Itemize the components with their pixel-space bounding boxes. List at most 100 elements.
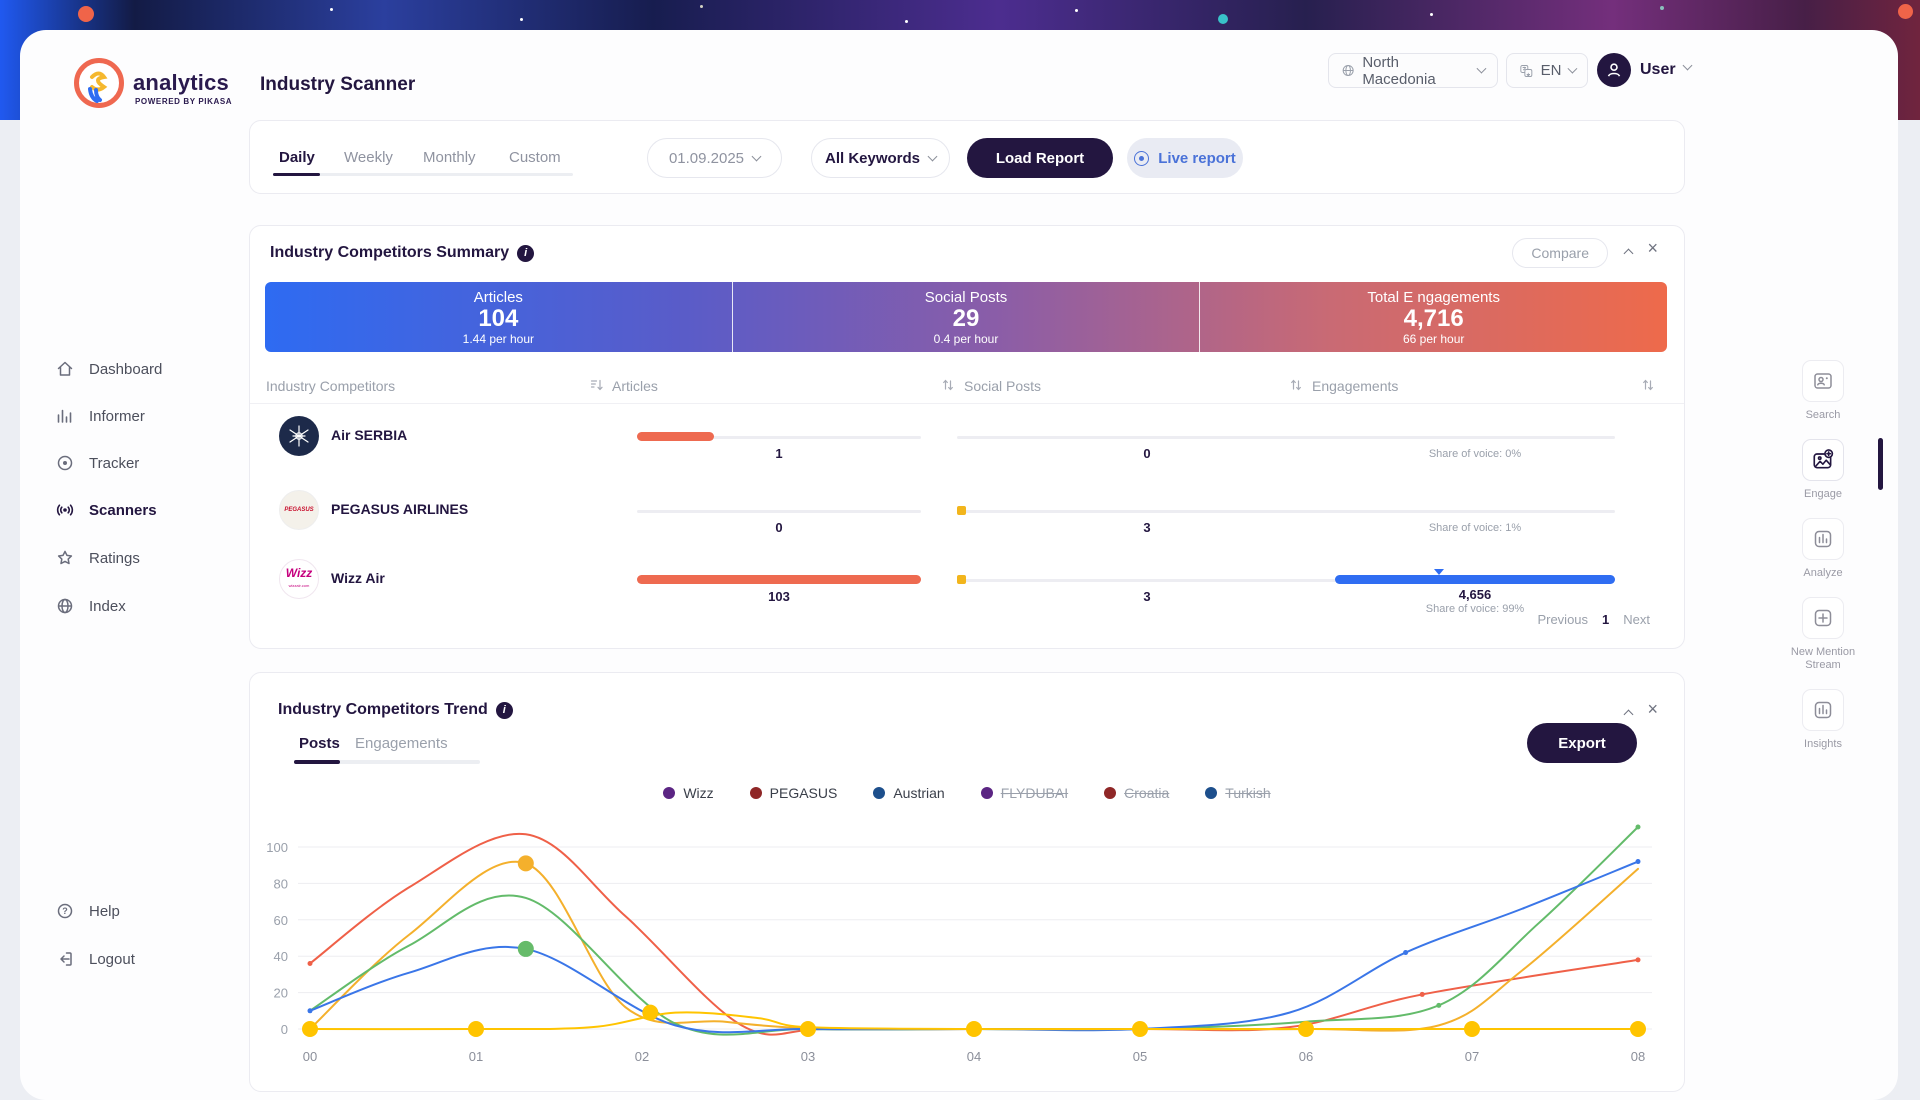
tab-custom[interactable]: Custom	[509, 149, 561, 166]
home-icon	[55, 359, 75, 379]
trend-line-chart[interactable]: 020406080100000102030405060708	[250, 813, 1670, 1071]
table-row[interactable]: PEGASUS PEGASUS AIRLINES 0 3 Share of vo…	[250, 490, 1684, 564]
legend-item[interactable]: PEGASUS	[750, 785, 838, 801]
social-value: 3	[957, 520, 1337, 535]
decor-orange-dot	[78, 6, 94, 22]
articles-bar	[637, 575, 921, 585]
contacts-icon[interactable]	[1802, 360, 1844, 402]
table-row[interactable]: Air SERBIA 1 0 Share of voice: 0%	[250, 416, 1684, 490]
summary-card: Industry Competitors Summary i Compare ×…	[249, 225, 1685, 649]
svg-text:?: ?	[62, 906, 68, 916]
legend-item[interactable]: Austrian	[873, 785, 944, 801]
tab-posts[interactable]: Posts	[299, 735, 340, 752]
chevron-down-icon	[1477, 64, 1487, 74]
user-avatar[interactable]	[1597, 53, 1631, 87]
stat-value: 4,716	[1200, 306, 1667, 332]
right-toolbar: Search Engage Analyze New Mention Stream…	[1778, 360, 1868, 751]
info-icon[interactable]: i	[496, 702, 513, 719]
tool-insights[interactable]: Insights	[1802, 689, 1844, 751]
sidebar-item-help[interactable]: ? Help	[55, 896, 120, 926]
export-button[interactable]: Export	[1527, 723, 1637, 763]
legend-dot	[1104, 787, 1116, 799]
share-of-voice: Share of voice: 0%	[1335, 448, 1615, 460]
sidebar-item-dashboard[interactable]: Dashboard	[55, 354, 162, 384]
table-row[interactable]: Wizzwizzair.com Wizz Air 103 3 4,656 Sha…	[250, 559, 1684, 633]
legend-label: Wizz	[683, 785, 713, 801]
chevron-down-icon	[752, 151, 762, 161]
date-value: 01.09.2025	[669, 150, 744, 167]
collapse-icon[interactable]	[1625, 242, 1632, 260]
col-social-posts[interactable]: Social Posts	[964, 378, 1041, 394]
social-bar	[957, 432, 1337, 442]
articles-value: 103	[637, 589, 921, 604]
sidebar-label: Tracker	[89, 455, 139, 472]
pegasus-logo: PEGASUS	[279, 490, 319, 530]
competitor-name: Wizz Air	[331, 570, 385, 586]
trend-tab-underline	[294, 760, 480, 764]
legend-item[interactable]: Turkish	[1205, 785, 1270, 801]
stat-label: Total E ngagements	[1200, 289, 1667, 306]
page-number[interactable]: 1	[1602, 612, 1609, 627]
sidebar-label: Index	[89, 598, 126, 615]
tool-label: Insights	[1804, 738, 1842, 751]
sidebar-label: Logout	[89, 951, 135, 968]
close-icon[interactable]: ×	[1647, 239, 1658, 257]
bar-chart-icon[interactable]	[1802, 518, 1844, 560]
legend-dot	[1205, 787, 1217, 799]
decor-orange-dot-2	[1898, 4, 1913, 19]
tab-weekly[interactable]: Weekly	[344, 149, 393, 166]
keywords-selector[interactable]: All Keywords	[811, 138, 950, 178]
legend-item[interactable]: Croatia	[1104, 785, 1169, 801]
wizz-logo: Wizzwizzair.com	[279, 559, 319, 599]
legend-dot	[873, 787, 885, 799]
tab-engagements[interactable]: Engagements	[355, 735, 448, 752]
language-selector[interactable]: EN	[1506, 53, 1588, 88]
sidebar-item-logout[interactable]: Logout	[55, 944, 135, 974]
sort-icon[interactable]	[1642, 378, 1654, 392]
sort-icon[interactable]	[1290, 378, 1302, 392]
sort-icon[interactable]	[942, 378, 954, 392]
decor-star	[700, 5, 703, 8]
chart-legend: Wizz PEGASUS Austrian FLYDUBAI Croatia Turkis…	[250, 785, 1684, 801]
sidebar-item-ratings[interactable]: Ratings	[55, 543, 140, 573]
engage-icon[interactable]	[1802, 439, 1844, 481]
svg-text:40: 40	[274, 949, 288, 964]
summary-banner: Articles 104 1.44 per hour Social Posts …	[265, 282, 1667, 352]
plus-icon[interactable]	[1802, 597, 1844, 639]
legend-item[interactable]: Wizz	[663, 785, 713, 801]
legend-item[interactable]: FLYDUBAI	[981, 785, 1068, 801]
tool-analyze[interactable]: Analyze	[1802, 518, 1844, 580]
col-industry-competitors[interactable]: Industry Competitors	[266, 378, 395, 394]
svg-text:0: 0	[281, 1022, 288, 1037]
info-icon[interactable]: i	[517, 245, 534, 262]
previous-button[interactable]: Previous	[1537, 612, 1588, 627]
date-selector[interactable]: 01.09.2025	[647, 138, 782, 178]
close-icon[interactable]: ×	[1647, 700, 1658, 718]
tab-daily[interactable]: Daily	[279, 149, 315, 166]
bar-chart-icon[interactable]	[1802, 689, 1844, 731]
collapse-icon[interactable]	[1625, 703, 1632, 721]
load-report-button[interactable]: Load Report	[967, 138, 1113, 178]
compare-button[interactable]: Compare	[1512, 238, 1608, 268]
sort-amount-icon[interactable]	[590, 378, 603, 392]
tab-monthly[interactable]: Monthly	[423, 149, 476, 166]
articles-bar	[637, 432, 921, 442]
sidebar-item-tracker[interactable]: Tracker	[55, 448, 139, 478]
tool-new-mention-stream[interactable]: New Mention Stream	[1783, 597, 1863, 672]
sidebar-item-informer[interactable]: Informer	[55, 401, 145, 431]
col-engagements[interactable]: Engagements	[1312, 378, 1398, 394]
sidebar-item-scanners[interactable]: Scanners	[55, 495, 157, 525]
live-icon	[1134, 151, 1149, 166]
stat-articles: Articles 104 1.44 per hour	[265, 282, 733, 352]
col-articles[interactable]: Articles	[612, 378, 658, 394]
svg-text:08: 08	[1631, 1049, 1645, 1064]
tool-engage[interactable]: Engage	[1802, 439, 1844, 501]
live-report-button[interactable]: Live report	[1127, 138, 1243, 178]
load-report-label: Load Report	[996, 150, 1084, 167]
sidebar-item-index[interactable]: Index	[55, 591, 126, 621]
next-button[interactable]: Next	[1623, 612, 1650, 627]
user-name[interactable]: User	[1640, 61, 1676, 79]
table-header: Industry Competitors Articles Social Pos…	[250, 378, 1684, 404]
region-selector[interactable]: North Macedonia	[1328, 53, 1498, 88]
tool-search[interactable]: Search	[1802, 360, 1844, 422]
